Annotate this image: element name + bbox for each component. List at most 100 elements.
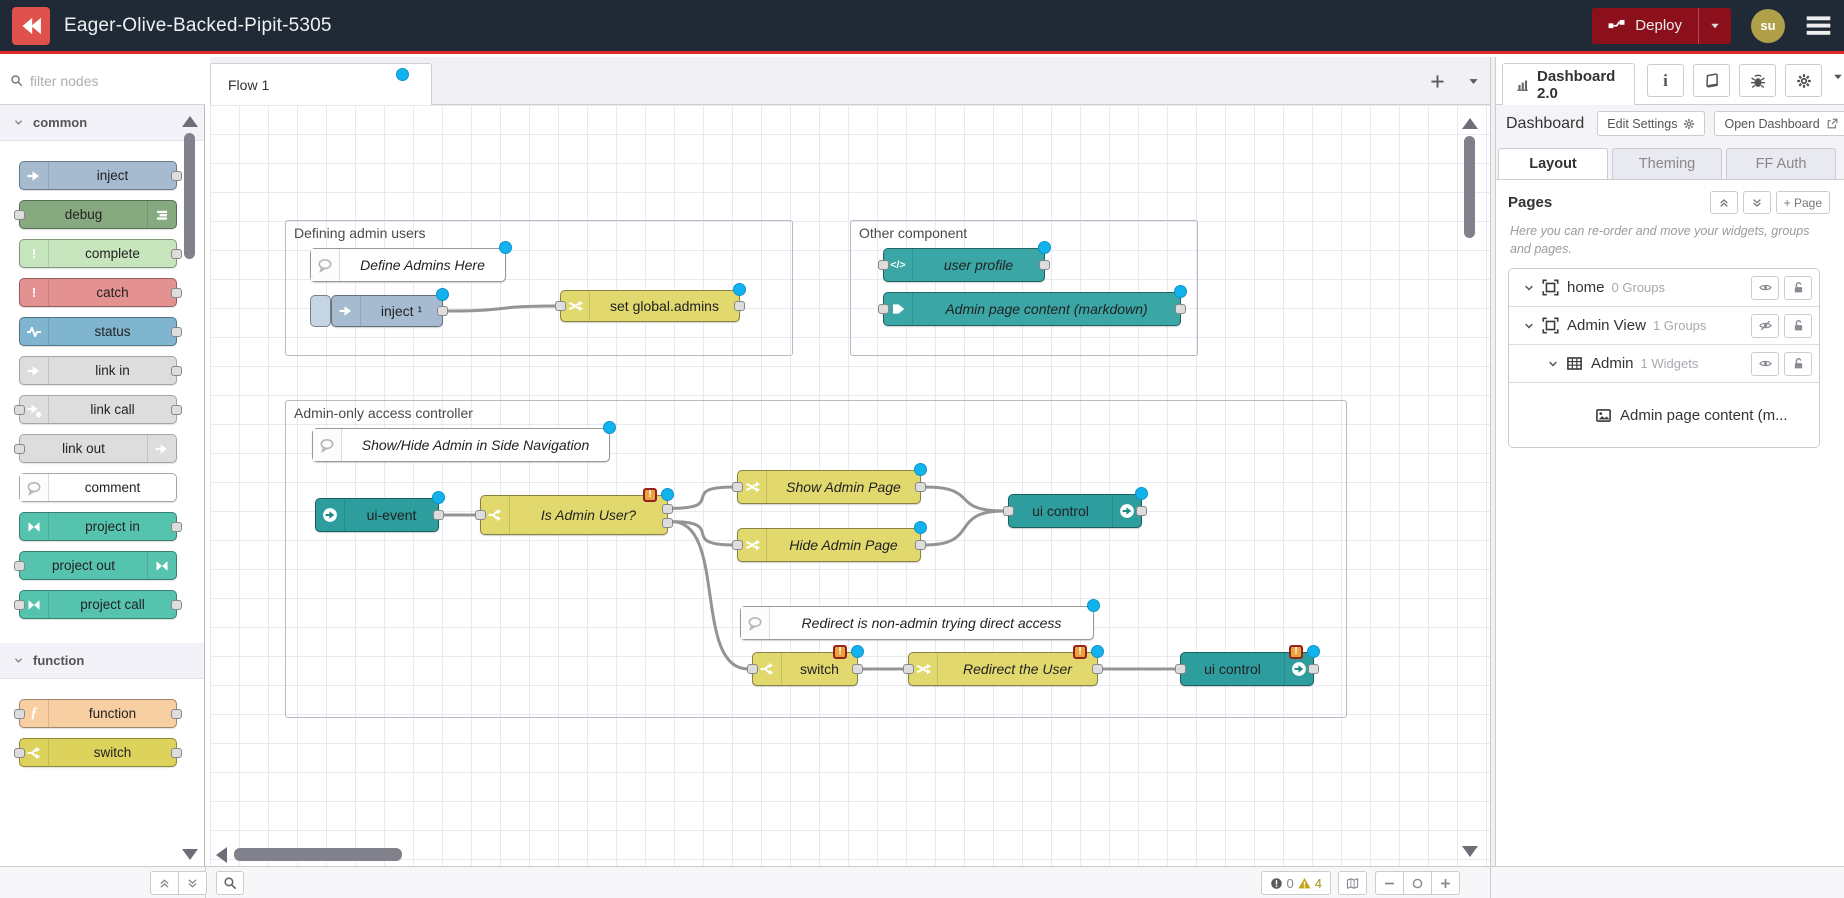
output-port-0[interactable] <box>1308 664 1319 674</box>
palette-node-complete[interactable]: !complete <box>19 239 177 268</box>
debug-tab-button[interactable] <box>1739 64 1776 97</box>
palette-filter-input[interactable] <box>30 73 180 89</box>
lock-button[interactable] <box>1784 276 1812 300</box>
node-sap[interactable]: Show Admin Page <box>737 470 921 504</box>
palette-node-project-in[interactable]: project in <box>19 512 177 541</box>
node-apc[interactable]: Admin page content (markdown) <box>883 292 1181 326</box>
output-port[interactable] <box>171 709 182 719</box>
main-menu-button[interactable] <box>1805 12 1832 39</box>
add-flow-button[interactable] <box>1430 74 1445 89</box>
output-port[interactable] <box>171 288 182 298</box>
output-port[interactable] <box>171 522 182 532</box>
input-port[interactable] <box>878 260 889 270</box>
flow-status-badge[interactable]: 0 4 <box>1261 871 1331 895</box>
output-port-0[interactable] <box>1039 260 1050 270</box>
node-commentSH[interactable]: Show/Hide Admin in Side Navigation <box>312 428 610 462</box>
input-port[interactable] <box>732 482 743 492</box>
output-port[interactable] <box>171 171 182 181</box>
output-port-0[interactable] <box>852 664 863 674</box>
sidebar-tab-ff-auth[interactable]: FF Auth <box>1726 148 1836 179</box>
collapse-all-button[interactable] <box>1710 191 1738 214</box>
input-port[interactable] <box>14 709 25 719</box>
node-uprofile[interactable]: </>user profile <box>883 248 1045 282</box>
palette-node-status[interactable]: status <box>19 317 177 346</box>
tree-row-admin-page-content-m-[interactable]: Admin page content (m... <box>1509 383 1819 447</box>
deploy-button[interactable]: Deploy <box>1592 8 1731 44</box>
zoom-out-button[interactable] <box>1375 871 1404 895</box>
minimap-toggle-button[interactable] <box>1338 871 1367 895</box>
palette-scroll-down[interactable] <box>182 849 198 860</box>
palette-node-debug[interactable]: debug <box>19 200 177 229</box>
palette-node-project-out[interactable]: project out <box>19 551 177 580</box>
chevron-down-icon[interactable] <box>1547 358 1559 370</box>
input-port[interactable] <box>14 444 25 454</box>
deploy-options-button[interactable] <box>1698 8 1731 44</box>
lock-button[interactable] <box>1784 352 1812 376</box>
input-port[interactable] <box>903 664 914 674</box>
palette-node-link-call[interactable]: link call <box>19 395 177 424</box>
node-group-Defining-admin-users[interactable]: Defining admin users <box>285 220 793 356</box>
input-port[interactable] <box>14 748 25 758</box>
output-port-0[interactable] <box>437 306 448 316</box>
sidebar-menu-button[interactable] <box>1832 70 1844 88</box>
search-flows-button[interactable] <box>216 871 244 895</box>
palette-node-link-in[interactable]: link in <box>19 356 177 385</box>
output-port-0[interactable] <box>734 301 745 311</box>
sidebar-tab-theming[interactable]: Theming <box>1612 148 1722 179</box>
palette-node-project-call[interactable]: project call <box>19 590 177 619</box>
node-inject1[interactable]: inject ¹ <box>331 295 443 327</box>
output-port[interactable] <box>171 327 182 337</box>
input-port[interactable] <box>747 664 758 674</box>
palette-expand-all-button[interactable] <box>178 871 207 895</box>
lock-button[interactable] <box>1784 314 1812 338</box>
input-port[interactable] <box>14 600 25 610</box>
canvas-scroll-down[interactable] <box>1462 846 1478 857</box>
tree-row-admin[interactable]: Admin1 Widgets <box>1509 345 1819 383</box>
node-iau[interactable]: Is Admin User?! <box>480 495 668 535</box>
open-dashboard-button[interactable]: Open Dashboard <box>1714 111 1844 136</box>
output-port-0[interactable] <box>915 540 926 550</box>
chevron-down-icon[interactable] <box>1523 282 1535 294</box>
info-tab-button[interactable]: i <box>1647 64 1684 97</box>
zoom-reset-button[interactable] <box>1403 871 1432 895</box>
node-change1[interactable]: set global.admins <box>560 290 740 322</box>
chevron-down-icon[interactable] <box>1523 320 1535 332</box>
input-port[interactable] <box>14 210 25 220</box>
node-hap[interactable]: Hide Admin Page <box>737 528 921 562</box>
output-port-0[interactable] <box>1136 506 1147 516</box>
node-switch1[interactable]: switch! <box>752 652 858 686</box>
zoom-in-button[interactable] <box>1431 871 1460 895</box>
input-port[interactable] <box>14 561 25 571</box>
sidebar-tab-layout[interactable]: Layout <box>1498 148 1608 179</box>
canvas-scroll-up[interactable] <box>1462 118 1478 129</box>
output-port-0[interactable] <box>1092 664 1103 674</box>
output-port-0[interactable] <box>433 510 444 520</box>
palette-scrollbar-thumb[interactable] <box>184 133 195 259</box>
tree-row-admin-view[interactable]: Admin View1 Groups <box>1509 307 1819 345</box>
edit-settings-button[interactable]: Edit Settings <box>1597 111 1705 136</box>
palette-node-catch[interactable]: !catch <box>19 278 177 307</box>
palette-node-inject[interactable]: inject <box>19 161 177 190</box>
node-uic2[interactable]: ui control! <box>1180 652 1314 686</box>
palette-node-comment[interactable]: comment <box>19 473 177 502</box>
config-tab-button[interactable] <box>1785 64 1822 97</box>
tab-dashboard-2.0[interactable]: Dashboard 2.0 <box>1502 63 1635 105</box>
node-group-Other-component[interactable]: Other component <box>850 220 1198 356</box>
output-port-1[interactable] <box>662 518 673 528</box>
expand-all-button[interactable] <box>1743 191 1771 214</box>
node-commentRD[interactable]: Redirect is non-admin trying direct acce… <box>740 606 1094 640</box>
input-port[interactable] <box>1175 664 1186 674</box>
node-uic1[interactable]: ui control <box>1008 494 1142 528</box>
visibility-button[interactable] <box>1751 276 1779 300</box>
flow-list-button[interactable] <box>1467 75 1480 88</box>
palette-node-link-out[interactable]: link out <box>19 434 177 463</box>
output-port[interactable] <box>171 405 182 415</box>
input-port[interactable] <box>555 301 566 311</box>
inject-trigger-button[interactable] <box>310 295 331 327</box>
tree-row-home[interactable]: home0 Groups <box>1509 269 1819 307</box>
node-rtu[interactable]: Redirect the User! <box>908 652 1098 686</box>
output-port-0[interactable] <box>662 504 673 514</box>
canvas-vscrollbar-thumb[interactable] <box>1464 136 1475 238</box>
node-uievent[interactable]: ui-event <box>315 498 439 532</box>
palette-category-function[interactable]: function <box>0 643 204 679</box>
